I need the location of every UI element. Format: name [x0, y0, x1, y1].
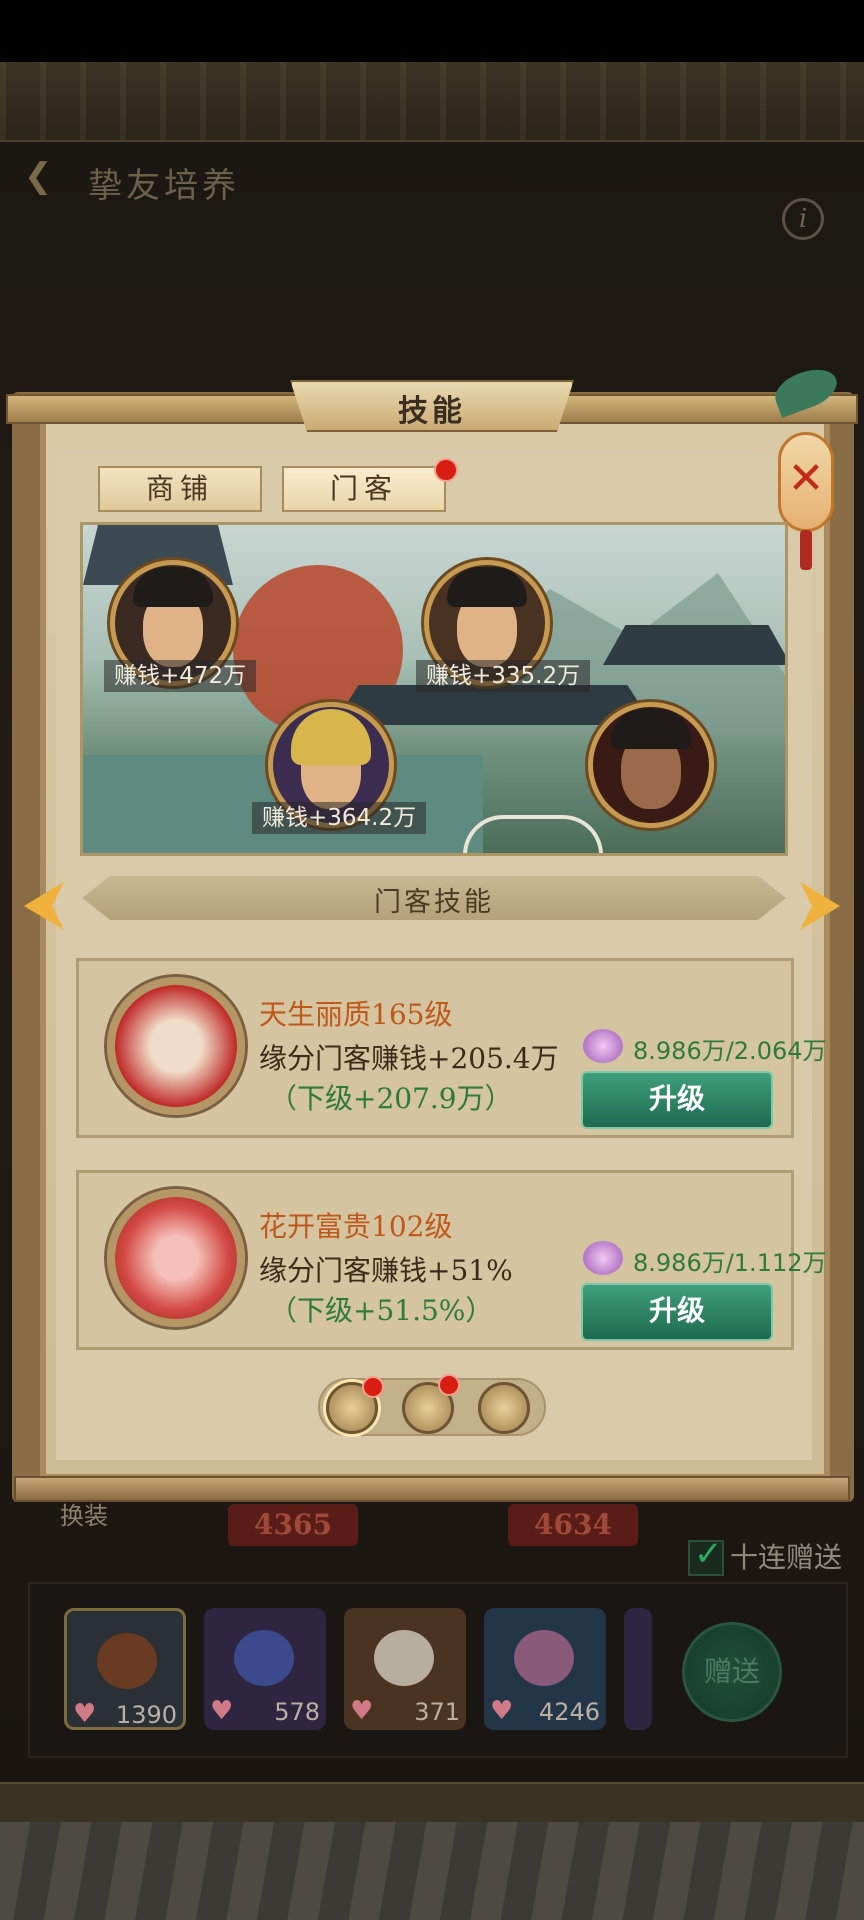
heart-icon: ♥ — [490, 1696, 514, 1726]
tab-shop[interactable]: 商铺 — [98, 466, 262, 512]
tab-retainer[interactable]: 门客 — [282, 466, 446, 512]
heart-icon: ♥ — [73, 1699, 97, 1729]
close-icon: ✕ — [787, 453, 825, 504]
retainer-earn-label: 赚钱+472万 — [104, 660, 257, 692]
skill-effect: 缘分门客赚钱+205.4万 — [259, 1042, 559, 1075]
gift-count: 1390 — [115, 1701, 177, 1729]
checkmark-icon: ✓ — [694, 1534, 723, 1574]
earring-icon — [374, 1630, 434, 1686]
heart-icon: ♥ — [350, 1696, 374, 1726]
notification-badge — [434, 458, 458, 482]
give-button[interactable]: 赠送 — [682, 1622, 782, 1722]
gift-count: 4246 — [538, 1698, 600, 1726]
heart-icon: ♥ — [210, 1696, 234, 1726]
affinity-value-1: 4365 — [228, 1504, 358, 1546]
upgrade-button[interactable]: 升级 — [581, 1283, 773, 1341]
affinity-value-2: 4634 — [508, 1504, 638, 1546]
skill-card: 天生丽质165级 缘分门客赚钱+205.4万 （下级+207.9万） 8.986… — [76, 958, 827, 1138]
notification-badge — [438, 1374, 460, 1396]
flower-currency-icon — [583, 1241, 623, 1275]
page-title: 挚友培养 — [88, 166, 240, 206]
skill-next-level: （下级+51.5%） — [269, 1294, 494, 1327]
gift-count: 578 — [274, 1698, 320, 1726]
skill-next-level: （下级+207.9万） — [269, 1082, 513, 1115]
roof-decoration — [603, 625, 785, 665]
gift-item[interactable]: ♥ 4246 — [484, 1608, 606, 1730]
tassel-icon — [800, 530, 812, 570]
skill-cost: 8.986万/2.064万 — [633, 1037, 827, 1065]
skill-card: 花开富贵102级 缘分门客赚钱+51% （下级+51.5%） 8.986万/1.… — [76, 1170, 827, 1350]
gift-count: 371 — [414, 1698, 460, 1726]
status-bar — [0, 0, 864, 62]
notification-badge — [362, 1376, 384, 1398]
hair-icon — [291, 709, 371, 765]
skill-name: 花开富贵102级 — [259, 1210, 453, 1243]
retainer-earn-label: 赚钱+335.2万 — [416, 660, 591, 692]
skill-cost: 8.986万/1.112万 — [633, 1249, 827, 1277]
stone-floor — [0, 1822, 864, 1920]
rouge-box-icon — [514, 1630, 574, 1686]
gift-item[interactable]: ♥ 371 — [344, 1608, 466, 1730]
chevron-left-icon[interactable]: ❮ — [24, 159, 56, 193]
skill-name: 天生丽质165级 — [259, 998, 453, 1031]
close-lantern-button[interactable]: ✕ — [778, 432, 834, 532]
panel-bottom-beam — [14, 1476, 850, 1502]
decorative-bottom-banner — [0, 1782, 864, 1822]
hair-icon — [611, 709, 691, 749]
bridge-decoration — [463, 815, 603, 853]
gift-item[interactable]: ♥ 578 — [204, 1608, 326, 1730]
decorative-top-banner — [0, 62, 864, 142]
hairpin-icon — [234, 1630, 294, 1686]
flower-currency-icon — [583, 1029, 623, 1063]
beauty-skill-icon — [107, 977, 245, 1115]
info-icon[interactable]: i — [782, 198, 824, 240]
upgrade-button[interactable]: 升级 — [581, 1071, 773, 1129]
gift-item-partial[interactable] — [624, 1608, 652, 1730]
comb-icon — [97, 1633, 157, 1689]
hair-icon — [447, 567, 527, 607]
retainer-portrait[interactable] — [588, 702, 714, 828]
gift-item[interactable]: ♥ 1390 — [64, 1608, 186, 1730]
ten-gift-label: 十连赠送 — [730, 1541, 843, 1574]
skill-effect: 缘分门客赚钱+51% — [259, 1254, 513, 1287]
panel-title: 技能 — [398, 394, 466, 429]
retainer-earn-label: 赚钱+364.2万 — [252, 802, 427, 834]
ten-gift-checkbox[interactable]: ✓ — [688, 1534, 724, 1576]
section-title: 门客技能 — [374, 887, 494, 918]
hat-icon — [133, 567, 213, 607]
rose-skill-icon — [107, 1189, 245, 1327]
page-button-3[interactable] — [478, 1382, 530, 1434]
